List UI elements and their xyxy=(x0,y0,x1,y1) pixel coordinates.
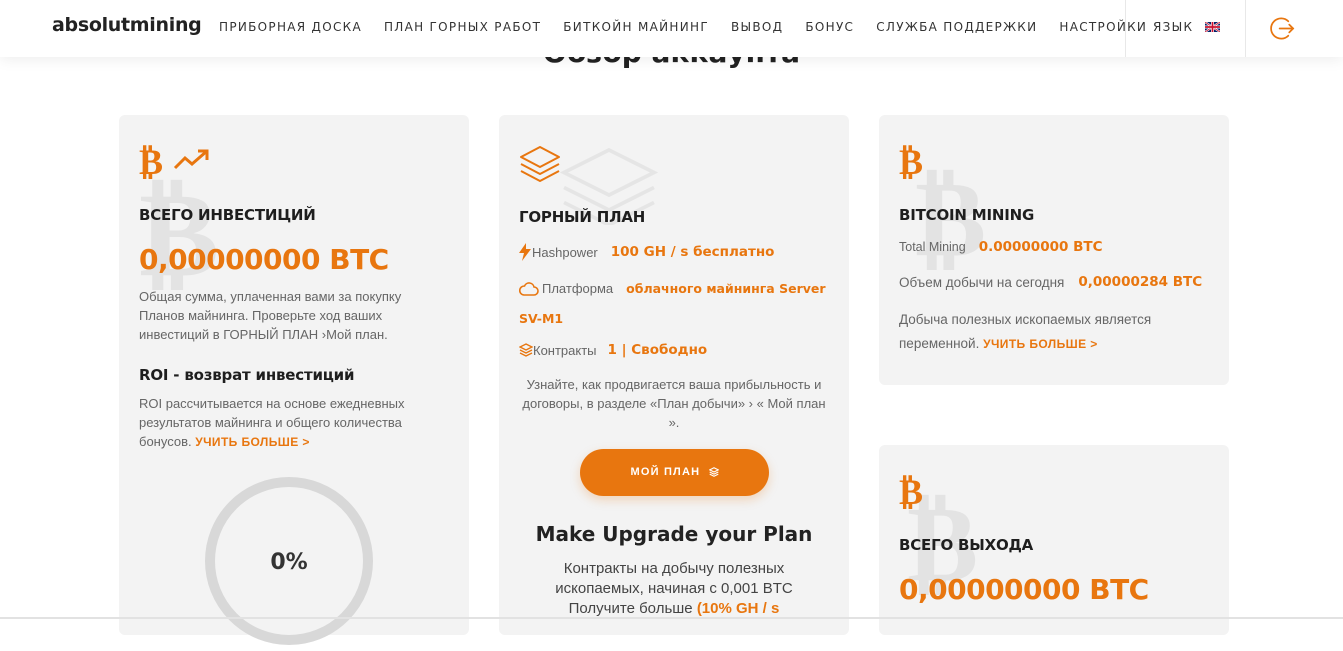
brand-logo[interactable]: absolutmining xyxy=(52,14,202,36)
bitcoin-mining-title: BITCOIN MINING xyxy=(899,206,1035,224)
hashpower-value: 100 GH / s бесплатно xyxy=(610,244,775,260)
svg-text:₿: ₿ xyxy=(899,472,923,509)
bitcoin-mining-card: ₿ ₿ BITCOIN MINING Total Mining 0.000000… xyxy=(879,115,1229,385)
roi-description: ROI рассчитывается на основе ежедневных … xyxy=(139,394,439,452)
mining-plan-title: ГОРНЫЙ ПЛАН xyxy=(519,208,646,226)
platform-value: облачного майнинга Server xyxy=(626,281,826,296)
roi-learn-more-link[interactable]: УЧИТЬ БОЛЬШЕ > xyxy=(195,435,310,449)
layers-small-icon xyxy=(519,343,533,357)
svg-text:₿: ₿ xyxy=(899,142,923,179)
my-plan-button-label: МОЙ ПЛАН xyxy=(630,466,701,478)
plan-info-text: Узнайте, как продвигается ваша прибыльно… xyxy=(522,377,826,430)
top-navbar: absolutmining ПРИБОРНАЯ ДОСКА ПЛАН ГОРНЫ… xyxy=(0,0,1343,57)
platform-value-server: SV-M1 xyxy=(519,311,564,326)
contracts-row: Контракты 1 | Свободно xyxy=(519,342,707,358)
upgrade-line-3-text: Получите больше xyxy=(568,600,693,617)
uk-flag-icon xyxy=(1205,22,1221,32)
language-selector[interactable]: ЯЗЫК xyxy=(1153,20,1221,34)
upgrade-text: Контракты на добычу полезных ископаемых,… xyxy=(499,559,849,619)
withdraw-card: ₿ ₿ ВСЕГО ВЫХОДА 0,00000000 BTC xyxy=(879,445,1229,635)
contracts-label: Контракты xyxy=(533,342,597,358)
bitcoin-icon: ₿ xyxy=(899,142,923,179)
platform-row: Платформа облачного майнинга Server xyxy=(519,281,826,296)
roi-title: ROI - возврат инвестиций xyxy=(139,366,355,384)
hashpower-row: Hashpower 100 GH / s бесплатно xyxy=(519,243,774,261)
investment-icons: ₿ xyxy=(139,141,211,179)
lightning-icon xyxy=(519,243,531,261)
nav-settings[interactable]: НАСТРОЙКИ xyxy=(1059,20,1147,34)
investments-value: 0,00000000 BTC xyxy=(139,243,389,276)
trend-up-icon xyxy=(173,149,209,170)
total-mining-value: 0.00000000 BTC xyxy=(978,239,1103,255)
nav-withdraw[interactable]: ВЫВОД xyxy=(731,20,783,34)
svg-text:₿: ₿ xyxy=(139,142,163,179)
nav-divider xyxy=(1125,0,1126,57)
investments-card: ₿ ₿ ВСЕГО ИНВЕСТИЦИЙ 0,00000000 BTC Обща… xyxy=(119,115,469,645)
upgrade-title: Make Upgrade your Plan xyxy=(535,522,813,546)
nav-dashboard[interactable]: ПРИБОРНАЯ ДОСКА xyxy=(219,20,362,34)
total-mining-label: Total Mining xyxy=(899,240,966,254)
total-mining-row: Total Mining 0.00000000 BTC xyxy=(899,239,1102,255)
layers-button-icon xyxy=(707,467,720,478)
upgrade-highlight: (10% GH / s xyxy=(696,600,780,617)
nav-divider xyxy=(1245,0,1246,57)
platform-label: Платформа xyxy=(542,281,614,296)
upgrade-line-3: Получите больше (10% GH / s xyxy=(499,599,849,619)
language-label: ЯЗЫК xyxy=(1153,20,1194,34)
today-mining-row: Объем добычи на сегодня 0,00000284 BTC xyxy=(899,274,1202,290)
mining-learn-more-link[interactable]: УЧИТЬ БОЛЬШЕ > xyxy=(983,337,1098,351)
layers-icon xyxy=(520,146,560,182)
today-mining-label: Объем добычи на сегодня xyxy=(899,274,1065,290)
withdraw-value: 0,00000000 BTC xyxy=(899,573,1149,606)
upgrade-line-2: ископаемых, начиная с 0,001 BTC xyxy=(555,580,793,597)
roi-percent: 0% xyxy=(270,550,307,575)
withdraw-title: ВСЕГО ВЫХОДА xyxy=(899,536,1034,554)
nav-mining-plan[interactable]: ПЛАН ГОРНЫХ РАБОТ xyxy=(384,20,541,34)
nav-bitcoin-mining[interactable]: БИТКОЙН МАЙНИНГ xyxy=(563,20,709,34)
my-plan-button[interactable]: МОЙ ПЛАН xyxy=(580,449,769,496)
investments-title: ВСЕГО ИНВЕСТИЦИЙ xyxy=(139,206,316,224)
main-nav: ПРИБОРНАЯ ДОСКА ПЛАН ГОРНЫХ РАБОТ БИТКОЙ… xyxy=(219,20,1147,34)
hashpower-label: Hashpower xyxy=(532,244,598,260)
roi-progress-ring: 0% xyxy=(205,477,373,645)
logout-icon[interactable] xyxy=(1269,15,1296,42)
bitcoin-icon: ₿ xyxy=(899,472,923,509)
nav-bonus[interactable]: БОНУС xyxy=(805,20,854,34)
mining-description: Добыча полезных ископаемых является пере… xyxy=(899,308,1199,356)
bitcoin-icon: ₿ xyxy=(139,142,163,179)
cloud-icon xyxy=(519,281,539,296)
investments-description: Общая сумма, уплаченная вами за покупку … xyxy=(139,289,402,342)
nav-support[interactable]: СЛУЖБА ПОДДЕРЖКИ xyxy=(876,20,1037,34)
mining-plan-card: ГОРНЫЙ ПЛАН Hashpower 100 GH / s бесплат… xyxy=(499,115,849,635)
contracts-value: 1 | Свободно xyxy=(607,342,708,358)
upgrade-line-1: Контракты на добычу полезных xyxy=(563,560,785,577)
today-mining-value: 0,00000284 BTC xyxy=(1078,274,1203,290)
